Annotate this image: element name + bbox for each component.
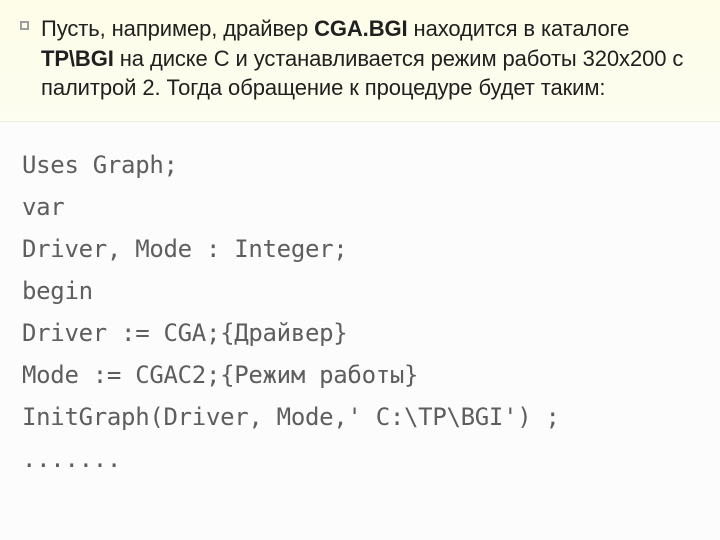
- intro-bold-1: CGA.BGI: [314, 16, 407, 41]
- bullet-square-icon: [20, 21, 29, 30]
- bullet-item: Пусть, например, драйвер CGA.BGI находит…: [20, 14, 700, 103]
- intro-section: Пусть, например, драйвер CGA.BGI находит…: [0, 0, 720, 122]
- intro-text-2: находится в каталоге: [408, 16, 630, 41]
- intro-text-3: на диске С и устанавливается режим работ…: [41, 46, 683, 101]
- code-line-8: .......: [22, 438, 698, 480]
- code-line-5: Driver := CGA;{Драйвер}: [22, 312, 698, 354]
- code-line-7: InitGraph(Driver, Mode,' C:\TP\BGI') ;: [22, 396, 698, 438]
- code-line-2: var: [22, 186, 698, 228]
- code-line-1: Uses Graph;: [22, 144, 698, 186]
- code-block: Uses Graph; var Driver, Mode : Integer; …: [0, 122, 720, 498]
- code-line-6: Mode := CGAC2;{Режим работы}: [22, 354, 698, 396]
- code-line-4: begin: [22, 270, 698, 312]
- intro-text-1: Пусть, например, драйвер: [41, 16, 314, 41]
- code-line-3: Driver, Mode : Integer;: [22, 228, 698, 270]
- intro-paragraph: Пусть, например, драйвер CGA.BGI находит…: [41, 14, 700, 103]
- intro-bold-2: TP\BGI: [41, 46, 114, 71]
